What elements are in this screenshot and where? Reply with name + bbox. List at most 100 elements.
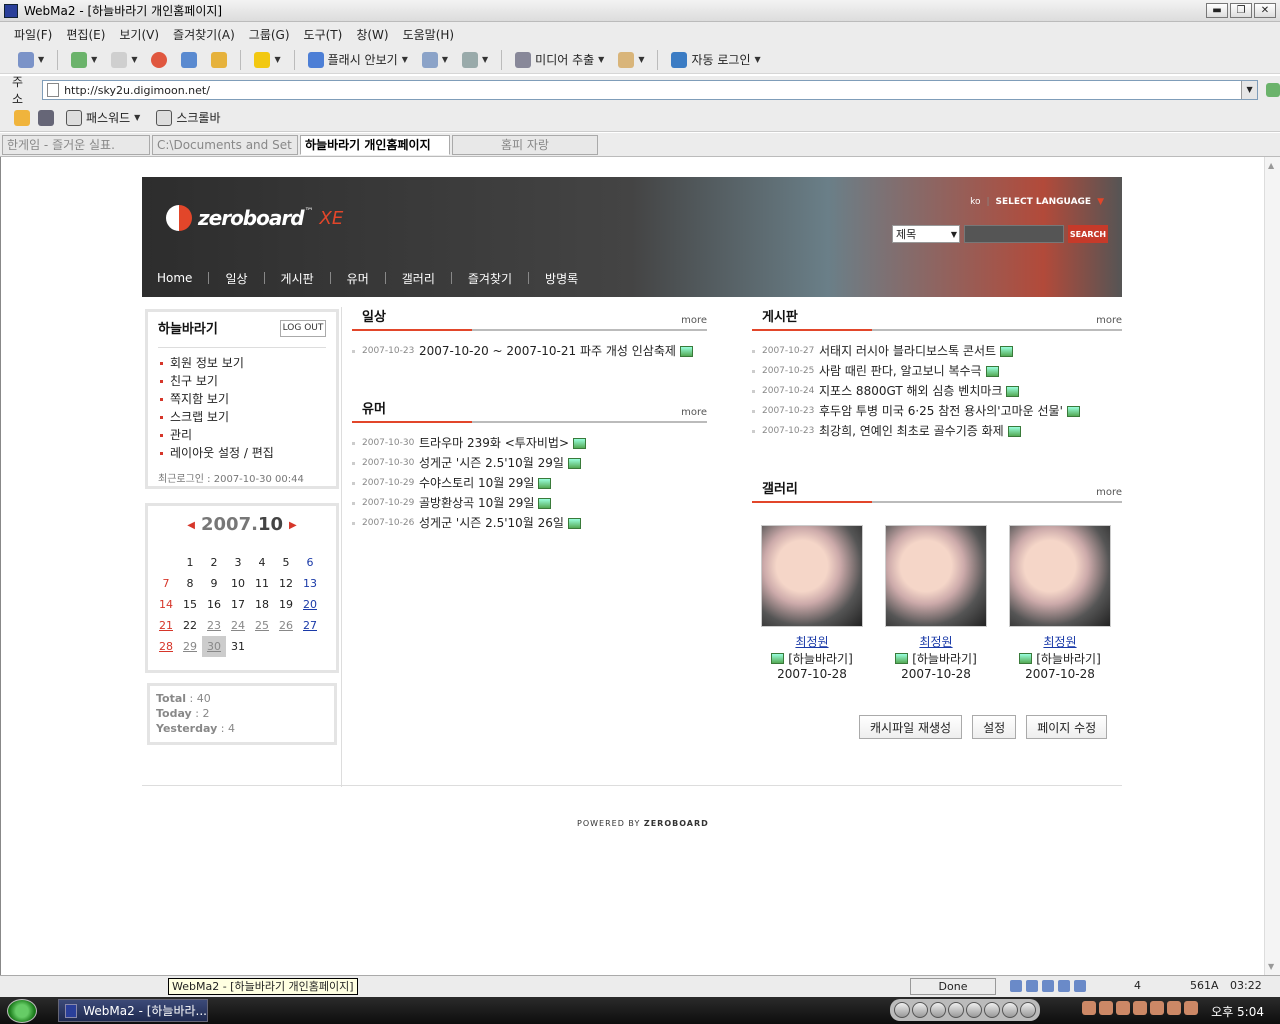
nav-humor[interactable]: 유머 bbox=[347, 270, 369, 287]
tray-messenger-icon[interactable] bbox=[1099, 1001, 1113, 1015]
menu-tools[interactable]: 도구(T) bbox=[304, 26, 343, 43]
list-item[interactable]: 2007-10-25 사람 때린 판다, 알고보니 복수극 bbox=[752, 361, 1122, 381]
calendar-day[interactable]: 25 bbox=[250, 615, 274, 636]
scroll-down-icon[interactable]: ▼ bbox=[1268, 962, 1274, 971]
go-icon[interactable] bbox=[1266, 83, 1280, 97]
pause-icon[interactable] bbox=[930, 1002, 946, 1018]
list-item[interactable]: 2007-10-23 2007-10-20 ~ 2007-10-21 파주 개성 … bbox=[352, 341, 707, 361]
member-info-link[interactable]: 회원 정보 보기 bbox=[158, 354, 326, 372]
post-title[interactable]: 최강희, 연예인 최초로 골수기증 화제 bbox=[819, 421, 1004, 441]
powered-by[interactable]: POWERED BY ZEROBOARD bbox=[577, 819, 709, 828]
menu-file[interactable]: 파일(F) bbox=[14, 26, 52, 43]
list-item[interactable]: 2007-10-23 최강희, 연예인 최초로 골수기증 화제 bbox=[752, 421, 1122, 441]
memo-button[interactable]: ▼ bbox=[614, 49, 648, 71]
tab-current-page[interactable]: 하늘바라기 개인홈페이지 bbox=[300, 134, 450, 155]
undo-button[interactable]: ▼ bbox=[14, 49, 48, 71]
list-item[interactable]: 2007-10-24 지포스 8800GT 해외 심층 벤치마크 bbox=[752, 381, 1122, 401]
status-globe-icon[interactable] bbox=[1074, 980, 1086, 992]
regenerate-cache-button[interactable]: 캐시파일 재생성 bbox=[859, 715, 963, 739]
menu-help[interactable]: 도움말(H) bbox=[403, 26, 455, 43]
search-button[interactable]: SEARCH bbox=[1068, 225, 1108, 243]
menu-group[interactable]: 그룹(G) bbox=[249, 26, 290, 43]
nav-board[interactable]: 게시판 bbox=[281, 270, 314, 287]
gallery-thumbnail[interactable] bbox=[885, 525, 987, 627]
tray-update-icon[interactable] bbox=[1184, 1001, 1198, 1015]
tab-documents[interactable]: C:\Documents and Set bbox=[152, 134, 298, 155]
status-page-icon[interactable] bbox=[1010, 980, 1022, 992]
logout-button[interactable]: LOG OUT bbox=[280, 320, 326, 337]
status-filter-icon[interactable] bbox=[1026, 980, 1038, 992]
lightning-icon[interactable] bbox=[38, 109, 54, 126]
calendar-day[interactable]: 23 bbox=[202, 615, 226, 636]
calendar-day[interactable]: 28 bbox=[154, 636, 178, 657]
friends-link[interactable]: 친구 보기 bbox=[158, 372, 326, 390]
post-title[interactable]: 수야스토리 10월 29일 bbox=[419, 473, 534, 493]
list-item[interactable]: 2007-10-29 골방환상곡 10월 29일 bbox=[352, 493, 707, 513]
tray-volume-icon[interactable] bbox=[1167, 1001, 1181, 1015]
list-item[interactable]: 2007-10-29 수야스토리 10월 29일 bbox=[352, 473, 707, 493]
scroll-up-icon[interactable]: ▲ bbox=[1268, 161, 1274, 170]
more-link[interactable]: more bbox=[1096, 315, 1122, 329]
forward-button[interactable]: ▼ bbox=[107, 49, 141, 71]
list-item[interactable]: 2007-10-27 서태지 러시아 블라디보스톡 콘서트 bbox=[752, 341, 1122, 361]
back-button[interactable]: ▼ bbox=[67, 49, 101, 71]
stop-button[interactable] bbox=[147, 49, 171, 71]
tab-homepage-showoff[interactable]: 홈피 자랑 bbox=[452, 134, 598, 155]
list-item[interactable]: 2007-10-30 트라우마 239화 <투자비법> bbox=[352, 433, 707, 453]
post-title[interactable]: 지포스 8800GT 해외 심층 벤치마크 bbox=[819, 381, 1002, 401]
calendar-day[interactable]: 21 bbox=[154, 615, 178, 636]
restore-button[interactable]: ❐ bbox=[1230, 3, 1252, 18]
post-title[interactable]: 2007-10-20 ~ 2007-10-21 파주 개성 인삼축제 bbox=[419, 341, 676, 361]
calendar-day[interactable]: 30 bbox=[202, 636, 226, 657]
minimize-player-icon[interactable] bbox=[1020, 1002, 1036, 1018]
calendar-day[interactable]: 24 bbox=[226, 615, 250, 636]
post-title[interactable]: 골방환상곡 10월 29일 bbox=[419, 493, 534, 513]
next-month-icon[interactable]: ▶ bbox=[289, 520, 297, 531]
refresh-button[interactable] bbox=[177, 49, 201, 71]
home-button[interactable] bbox=[207, 49, 231, 71]
layout-settings-link[interactable]: 레이아웃 설정 / 편집 bbox=[158, 444, 326, 462]
gallery-thumbnail[interactable] bbox=[761, 525, 863, 627]
tray-network-icon[interactable] bbox=[1150, 1001, 1164, 1015]
edit-page-button[interactable]: 페이지 수정 bbox=[1026, 715, 1108, 739]
menu-edit[interactable]: 편집(E) bbox=[66, 26, 105, 43]
minimize-button[interactable]: ▬ bbox=[1206, 3, 1228, 18]
volume-icon[interactable] bbox=[1002, 1002, 1018, 1018]
vertical-scrollbar[interactable]: ▲ ▼ bbox=[1264, 157, 1280, 975]
prev-track-icon[interactable] bbox=[912, 1002, 928, 1018]
tab-hangame[interactable]: 한게임 - 즐거운 실표. bbox=[2, 134, 150, 155]
message-box-link[interactable]: 쪽지함 보기 bbox=[158, 390, 326, 408]
media-logo-icon[interactable] bbox=[894, 1002, 910, 1018]
popup-block-button[interactable]: ▼ bbox=[418, 49, 452, 71]
scrap-link[interactable]: 스크랩 보기 bbox=[158, 408, 326, 426]
eject-icon[interactable] bbox=[984, 1002, 1000, 1018]
stop-icon[interactable] bbox=[948, 1002, 964, 1018]
list-item[interactable]: 2007-10-30 성게군 '시즌 2.5'10월 29일 bbox=[352, 453, 707, 473]
gallery-title-link[interactable]: 최정원 bbox=[885, 633, 987, 650]
search-target-select[interactable]: 제목 ▼ bbox=[892, 225, 960, 243]
password-button[interactable]: 패스워드 ▼ bbox=[62, 107, 144, 129]
favorites-button[interactable]: ▼ bbox=[250, 49, 284, 71]
gallery-title-link[interactable]: 최정원 bbox=[1009, 633, 1111, 650]
calendar-day[interactable]: 29 bbox=[178, 636, 202, 657]
auto-login-button[interactable]: 자동 로그인 ▼ bbox=[667, 49, 764, 71]
status-user-icon[interactable] bbox=[1042, 980, 1054, 992]
menu-favorites[interactable]: 즐겨찾기(A) bbox=[173, 26, 235, 43]
calendar-day[interactable]: 26 bbox=[274, 615, 298, 636]
taskbar-webma-item[interactable]: WebMa2 - [하늘바라... bbox=[58, 999, 208, 1022]
close-button[interactable]: ✕ bbox=[1254, 3, 1276, 18]
nav-daily[interactable]: 일상 bbox=[225, 270, 247, 287]
url-input[interactable]: http://sky2u.digimoon.net/ ▼ bbox=[42, 80, 1259, 100]
list-item[interactable]: 2007-10-26 성게군 '시즌 2.5'10월 26일 bbox=[352, 513, 707, 533]
status-tools-icon[interactable] bbox=[1058, 980, 1070, 992]
tray-shield-icon[interactable] bbox=[1133, 1001, 1147, 1015]
nav-guestbook[interactable]: 방명록 bbox=[545, 270, 578, 287]
media-extract-button[interactable]: 미디어 추출 ▼ bbox=[511, 49, 608, 71]
post-title[interactable]: 서태지 러시아 블라디보스톡 콘서트 bbox=[819, 341, 996, 361]
flash-block-button[interactable]: 플래시 안보기 ▼ bbox=[304, 49, 412, 71]
more-link[interactable]: more bbox=[681, 315, 707, 329]
bookmark-add-icon[interactable] bbox=[14, 109, 30, 126]
gallery-thumbnail[interactable] bbox=[1009, 525, 1111, 627]
post-title[interactable]: 후두암 투병 미국 6·25 참전 용사의'고마운 선물' bbox=[819, 401, 1063, 421]
post-title[interactable]: 트라우마 239화 <투자비법> bbox=[419, 433, 569, 453]
